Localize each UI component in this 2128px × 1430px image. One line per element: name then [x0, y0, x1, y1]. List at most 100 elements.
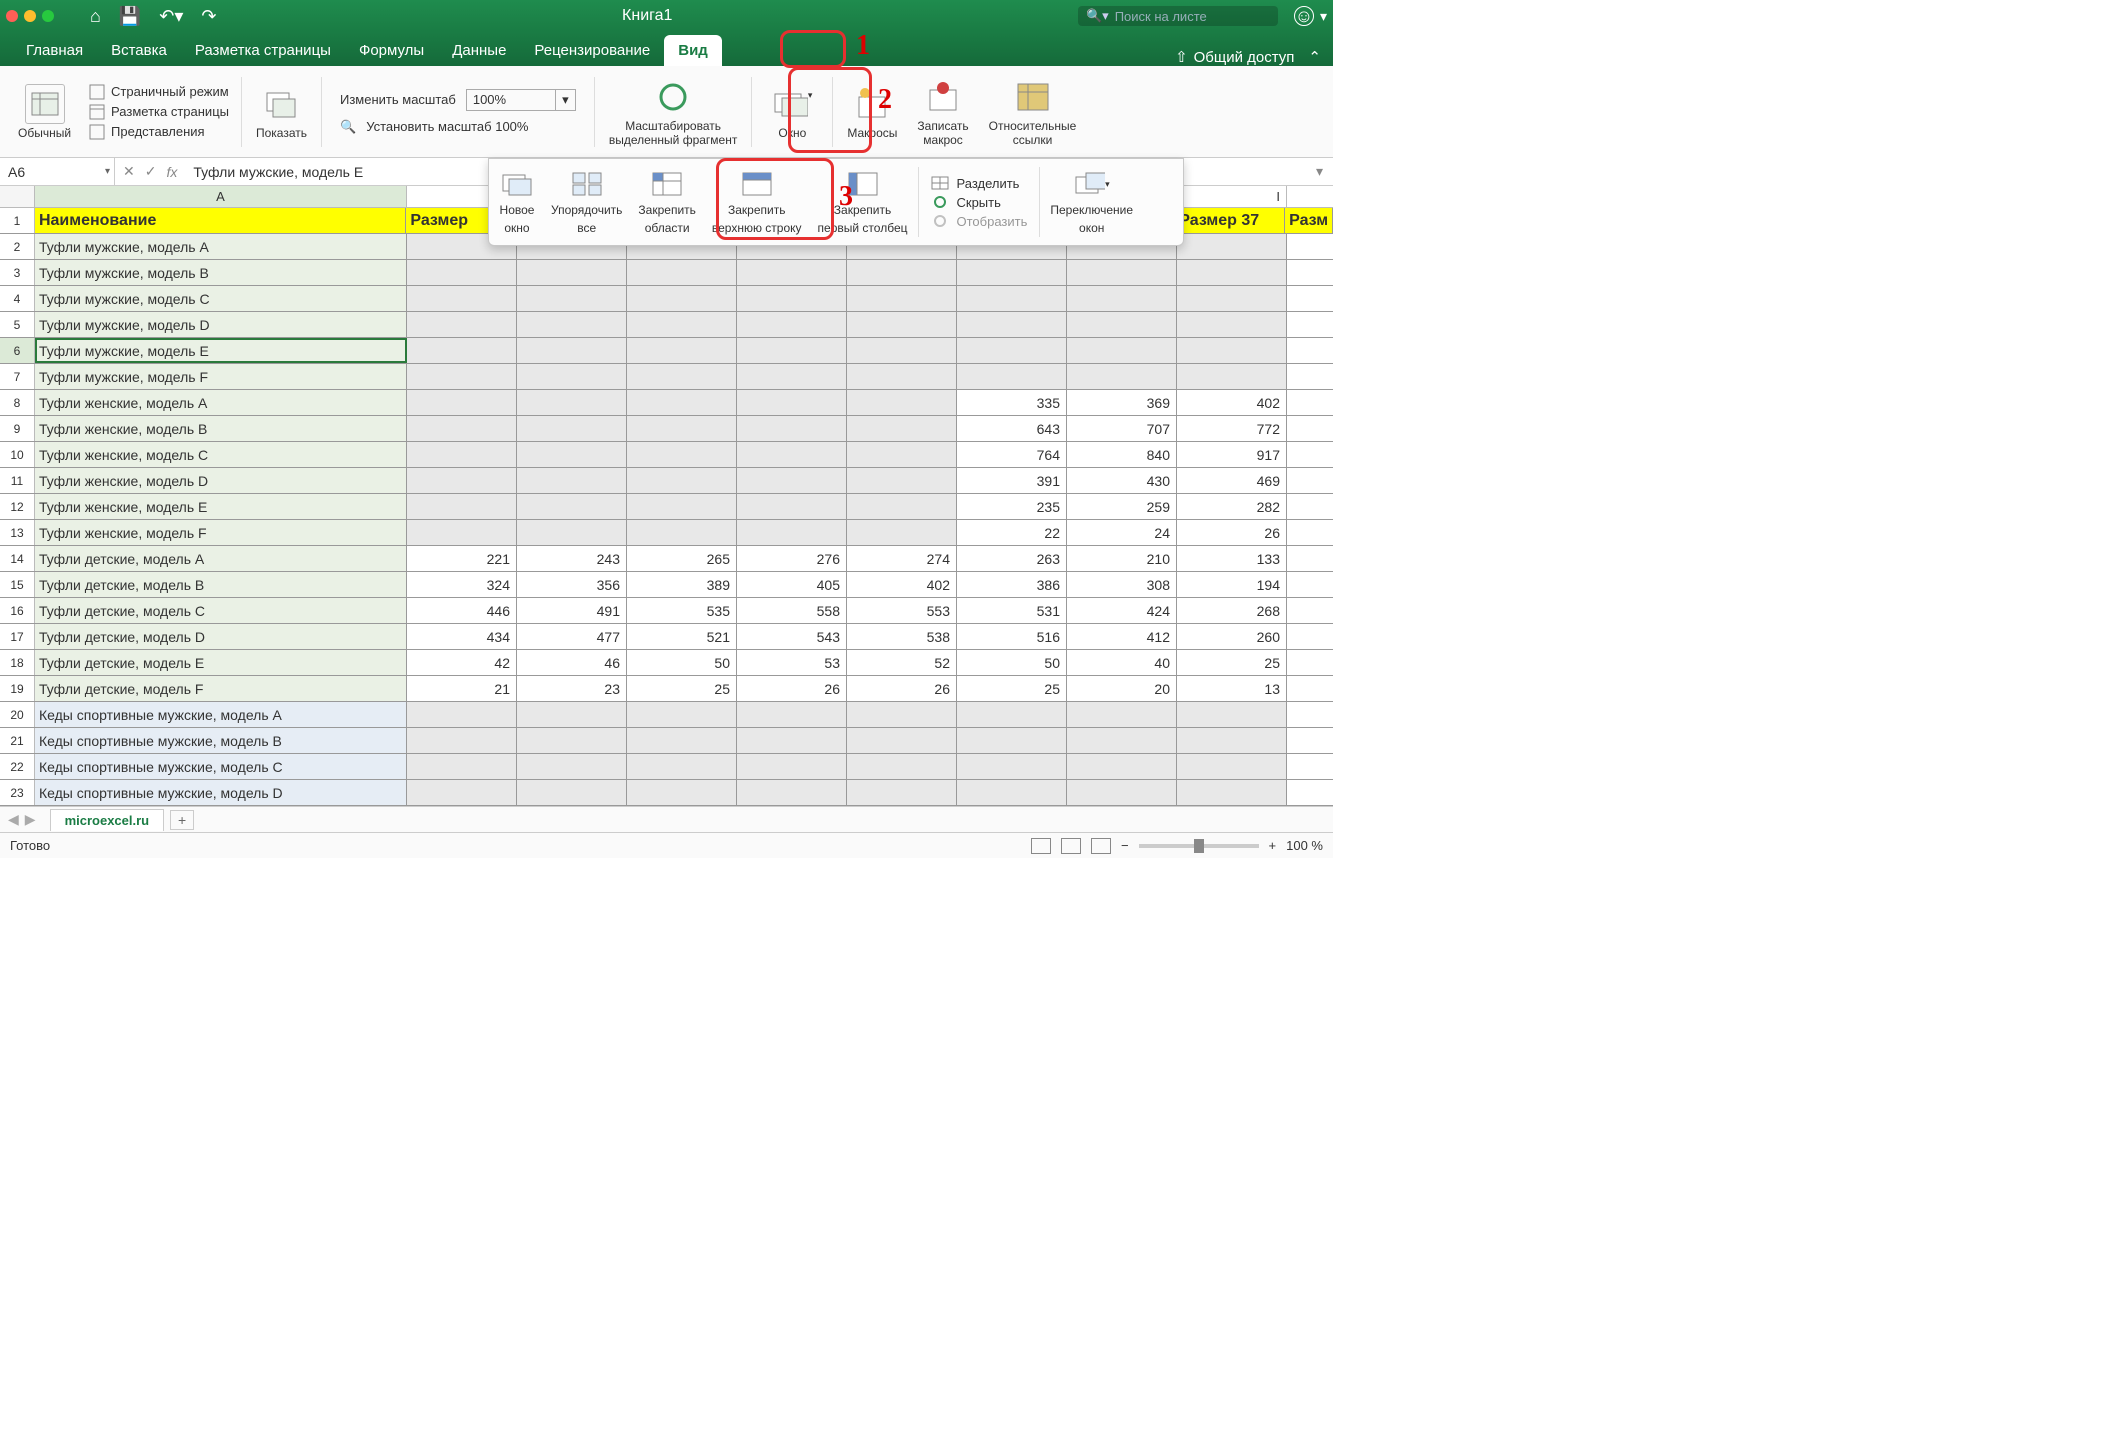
cell[interactable] [407, 312, 517, 337]
next-sheet-icon[interactable]: ▶ [25, 811, 36, 828]
cell[interactable] [517, 312, 627, 337]
cell[interactable]: Туфли женские, модель F [35, 520, 407, 545]
cell[interactable]: 22 [957, 520, 1067, 545]
cell[interactable] [407, 520, 517, 545]
cell[interactable]: 412 [1067, 624, 1177, 649]
cell[interactable]: 386 [957, 572, 1067, 597]
cell[interactable] [517, 286, 627, 311]
cell[interactable]: 50 [627, 650, 737, 675]
cell[interactable]: 389 [627, 572, 737, 597]
cell[interactable]: 446 [407, 598, 517, 623]
cell[interactable]: Туфли женские, модель C [35, 442, 407, 467]
cell[interactable] [627, 468, 737, 493]
col-header-a[interactable]: A [35, 186, 407, 207]
cell[interactable] [737, 312, 847, 337]
cell[interactable]: Наименование [35, 208, 406, 233]
cell[interactable]: 558 [737, 598, 847, 623]
cell[interactable]: 917 [1177, 442, 1287, 467]
minimize-window-icon[interactable] [24, 10, 36, 22]
cell[interactable]: 133 [1177, 546, 1287, 571]
cell[interactable] [627, 286, 737, 311]
select-all-corner[interactable] [0, 186, 35, 207]
cell[interactable] [407, 364, 517, 389]
cell[interactable] [1177, 338, 1287, 363]
cell[interactable] [627, 780, 737, 805]
cell[interactable]: 26 [847, 676, 957, 701]
zoom-percent[interactable]: 100 % [1286, 838, 1323, 853]
row-header[interactable]: 12 [0, 494, 35, 519]
cell[interactable] [847, 754, 957, 779]
tab-page-layout[interactable]: Разметка страницы [181, 35, 345, 66]
cell[interactable]: 52 [847, 650, 957, 675]
row-header[interactable]: 10 [0, 442, 35, 467]
cell[interactable]: 25 [1177, 650, 1287, 675]
cell[interactable] [847, 442, 957, 467]
cell[interactable] [847, 260, 957, 285]
cell[interactable] [407, 442, 517, 467]
cell[interactable] [957, 364, 1067, 389]
zoom-input[interactable]: 100% ▾ [466, 89, 576, 111]
cell[interactable]: 259 [1067, 494, 1177, 519]
cell[interactable] [627, 442, 737, 467]
cell[interactable]: 521 [627, 624, 737, 649]
tab-view[interactable]: Вид [664, 35, 722, 66]
cell[interactable] [407, 728, 517, 753]
cell[interactable]: Туфли женские, модель E [35, 494, 407, 519]
cell[interactable] [957, 780, 1067, 805]
cell[interactable] [517, 780, 627, 805]
cell[interactable] [847, 312, 957, 337]
cell[interactable]: 430 [1067, 468, 1177, 493]
fx-icon[interactable]: fx [166, 164, 177, 180]
cell[interactable]: 538 [847, 624, 957, 649]
tab-insert[interactable]: Вставка [97, 35, 181, 66]
cell[interactable]: 707 [1067, 416, 1177, 441]
cell[interactable]: Туфли детские, модель C [35, 598, 407, 623]
cell[interactable] [407, 260, 517, 285]
row-header[interactable]: 15 [0, 572, 35, 597]
cell[interactable] [517, 754, 627, 779]
row-header[interactable]: 18 [0, 650, 35, 675]
cell[interactable]: 24 [1067, 520, 1177, 545]
cell[interactable] [737, 728, 847, 753]
cell[interactable] [847, 286, 957, 311]
cell[interactable]: Туфли детские, модель F [35, 676, 407, 701]
custom-views-button[interactable]: Представления [89, 124, 229, 140]
unhide-button[interactable]: Отобразить [931, 214, 1028, 229]
row-header[interactable]: 3 [0, 260, 35, 285]
cell[interactable]: 516 [957, 624, 1067, 649]
cell[interactable]: 260 [1177, 624, 1287, 649]
cell[interactable] [407, 494, 517, 519]
cell[interactable] [957, 312, 1067, 337]
cell[interactable] [627, 312, 737, 337]
sheet-tab[interactable]: microexcel.ru [50, 809, 165, 831]
cell[interactable]: 391 [957, 468, 1067, 493]
cell[interactable] [627, 416, 737, 441]
cell[interactable] [517, 702, 627, 727]
row-header[interactable]: 9 [0, 416, 35, 441]
cell[interactable]: 25 [627, 676, 737, 701]
cell[interactable] [847, 702, 957, 727]
cell[interactable] [517, 416, 627, 441]
enter-icon[interactable]: ✓ [145, 163, 157, 180]
cell[interactable]: 221 [407, 546, 517, 571]
cell[interactable] [1177, 260, 1287, 285]
cell[interactable] [737, 364, 847, 389]
search-input[interactable]: 🔍▾ Поиск на листе [1078, 6, 1278, 26]
row-header[interactable]: 21 [0, 728, 35, 753]
cell[interactable] [407, 702, 517, 727]
cell[interactable] [847, 468, 957, 493]
page-break-btn[interactable] [1091, 838, 1111, 854]
cell[interactable]: 53 [737, 650, 847, 675]
cell[interactable] [1067, 286, 1177, 311]
zoom-slider[interactable] [1139, 844, 1259, 848]
row-header[interactable]: 17 [0, 624, 35, 649]
cell[interactable] [957, 728, 1067, 753]
cell[interactable] [1177, 364, 1287, 389]
cell[interactable]: 23 [517, 676, 627, 701]
cell[interactable]: 26 [737, 676, 847, 701]
cell[interactable] [1177, 702, 1287, 727]
cell[interactable]: Туфли мужские, модель A [35, 234, 407, 259]
cell[interactable]: 324 [407, 572, 517, 597]
zoom-dropdown-icon[interactable]: ▾ [555, 90, 575, 110]
cell[interactable] [1067, 312, 1177, 337]
